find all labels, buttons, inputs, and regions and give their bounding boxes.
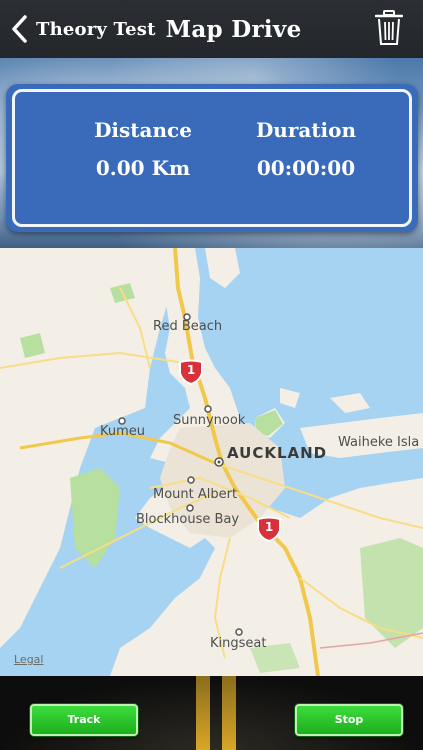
bottom-toolbar: Track Stop [0, 676, 423, 750]
duration-value: 00:00:00 [256, 156, 356, 180]
back-label: Theory Test [36, 18, 156, 40]
route-marker[interactable]: 1 [256, 516, 282, 543]
duration-label: Duration [255, 118, 357, 142]
page-title: Map Drive [165, 15, 302, 43]
place-waiheke: Waiheke Isla [338, 435, 420, 450]
route-marker-label: 1 [264, 520, 274, 534]
place-kumeu: Kumeu [100, 424, 146, 439]
place-sunnynook: Sunnynook [173, 413, 246, 428]
route-marker[interactable]: 1 [178, 359, 204, 386]
road-line-decoration [222, 676, 236, 750]
distance-value: 0.00 Km [95, 156, 191, 180]
track-button[interactable]: Track [30, 704, 138, 736]
chevron-left-icon [12, 15, 27, 43]
road-line-decoration [196, 676, 210, 750]
legal-link[interactable]: Legal [14, 653, 43, 666]
duration-stat: Duration 00:00:00 [221, 118, 391, 180]
map-view[interactable]: Red Beach Sunnynook Kumeu AUCKLAND Waihe… [0, 248, 423, 676]
nav-bar: Theory Test Map Drive [0, 0, 423, 58]
distance-stat: Distance 0.00 Km [58, 118, 228, 180]
place-auckland: AUCKLAND [227, 444, 328, 462]
route-marker-label: 1 [186, 363, 196, 377]
place-kingseat: Kingseat [210, 636, 267, 651]
back-button[interactable]: Theory Test [0, 0, 156, 58]
stop-button[interactable]: Stop [295, 704, 403, 736]
distance-label: Distance [94, 118, 192, 142]
delete-button[interactable] [374, 10, 404, 46]
place-blockhouse-bay: Blockhouse Bay [136, 512, 240, 527]
map-base [0, 248, 423, 676]
place-red-beach: Red Beach [153, 319, 223, 334]
place-mount-albert: Mount Albert [153, 487, 238, 502]
stats-background: Distance 0.00 Km Duration 00:00:00 [0, 58, 423, 248]
stats-panel: Distance 0.00 Km Duration 00:00:00 [6, 84, 418, 232]
trash-icon [374, 10, 404, 45]
